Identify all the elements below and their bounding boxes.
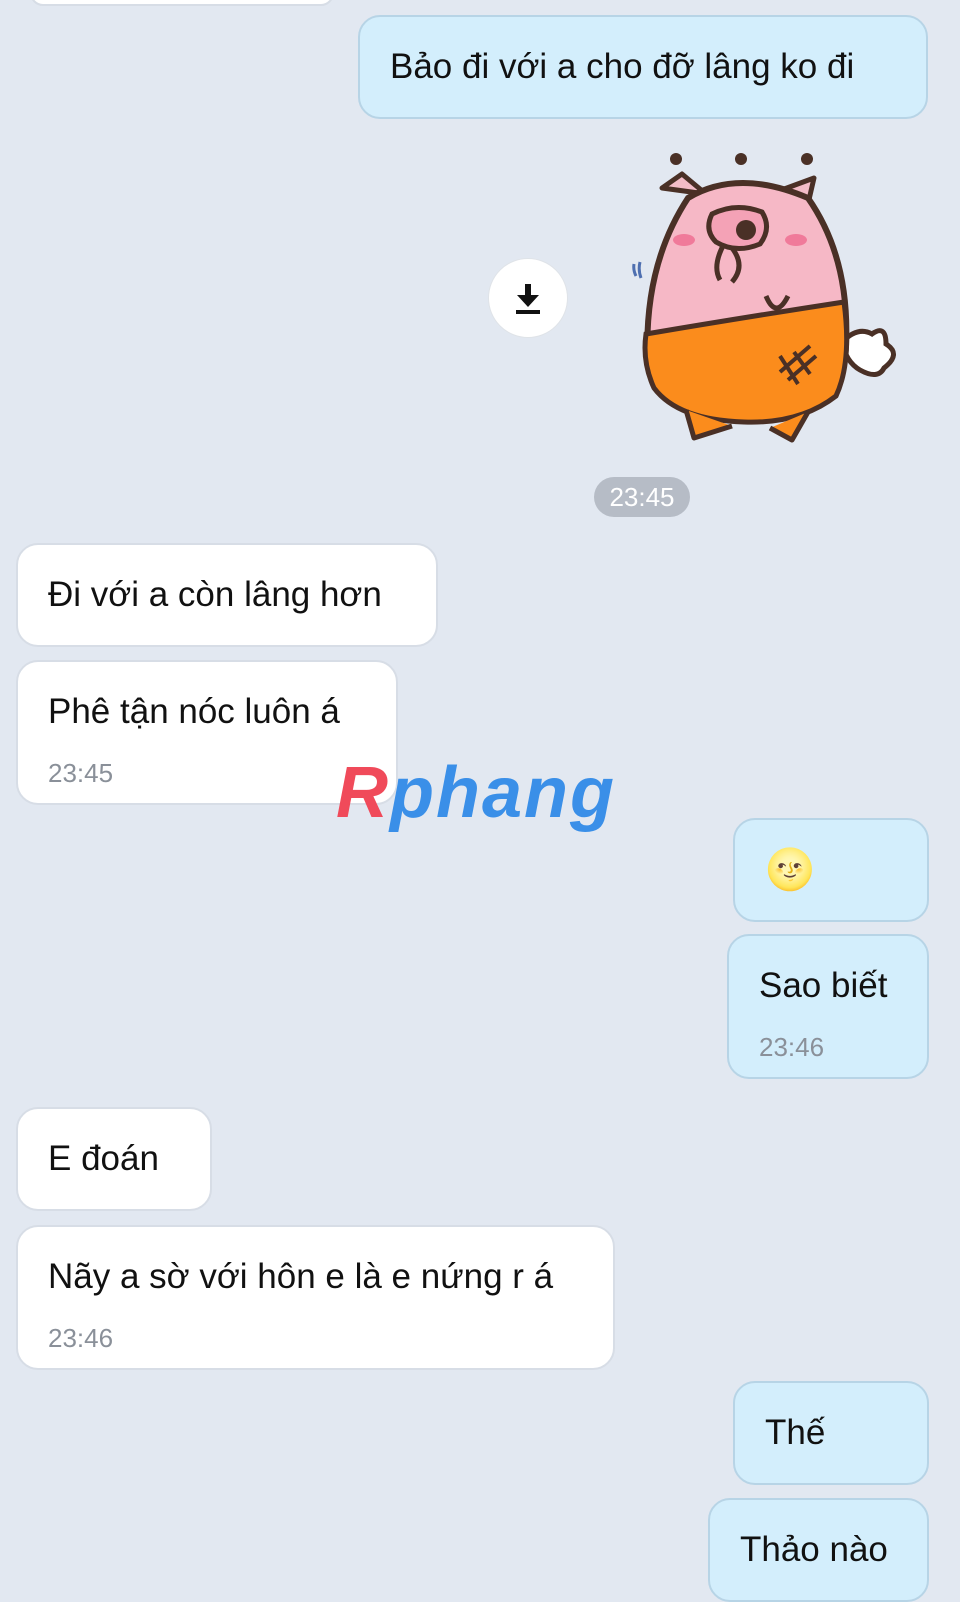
message-bubble-outgoing[interactable]: Thảo nào <box>708 1498 929 1602</box>
message-time: 23:46 <box>759 1032 825 1062</box>
message-bubble-incoming[interactable]: Đi với a còn lâng hơn <box>16 543 438 647</box>
message-text: Phê tận nóc luôn á <box>48 692 340 731</box>
message-bubble-incoming[interactable]: Nãy a sờ với hôn e là e nứng r á 23:46 <box>16 1225 615 1370</box>
message-text: Đi với a còn lâng hơn <box>48 575 382 614</box>
message-time: 23:46 <box>48 1323 114 1353</box>
message-bubble-outgoing[interactable]: Thế <box>733 1381 929 1485</box>
message-bubble-outgoing[interactable]: Sao biết 23:46 <box>727 934 929 1079</box>
message-text: Thảo nào <box>740 1530 888 1569</box>
message-text: Sao biết <box>759 966 888 1005</box>
previous-message-bubble <box>30 0 334 6</box>
message-text: Bảo đi với a cho đỡ lâng ko đi <box>390 47 855 86</box>
message-bubble-incoming[interactable]: E đoán <box>16 1107 212 1211</box>
download-button[interactable] <box>488 258 568 338</box>
moon-face-emoji-icon: 🌝 <box>765 848 815 892</box>
message-text: Thế <box>765 1413 826 1452</box>
message-text: Nãy a sờ với hôn e là e nứng r á <box>48 1257 554 1296</box>
pig-sticker-icon[interactable] <box>620 148 920 448</box>
message-bubble-outgoing[interactable]: Bảo đi với a cho đỡ lâng ko đi <box>358 15 928 119</box>
message-bubble-outgoing[interactable]: 🌝 <box>733 818 929 922</box>
message-time: 23:45 <box>48 758 114 788</box>
message-text: E đoán <box>48 1139 159 1178</box>
download-icon <box>516 284 540 314</box>
watermark-logo: Rphang <box>336 753 616 833</box>
timestamp-pill: 23:45 <box>594 477 690 517</box>
